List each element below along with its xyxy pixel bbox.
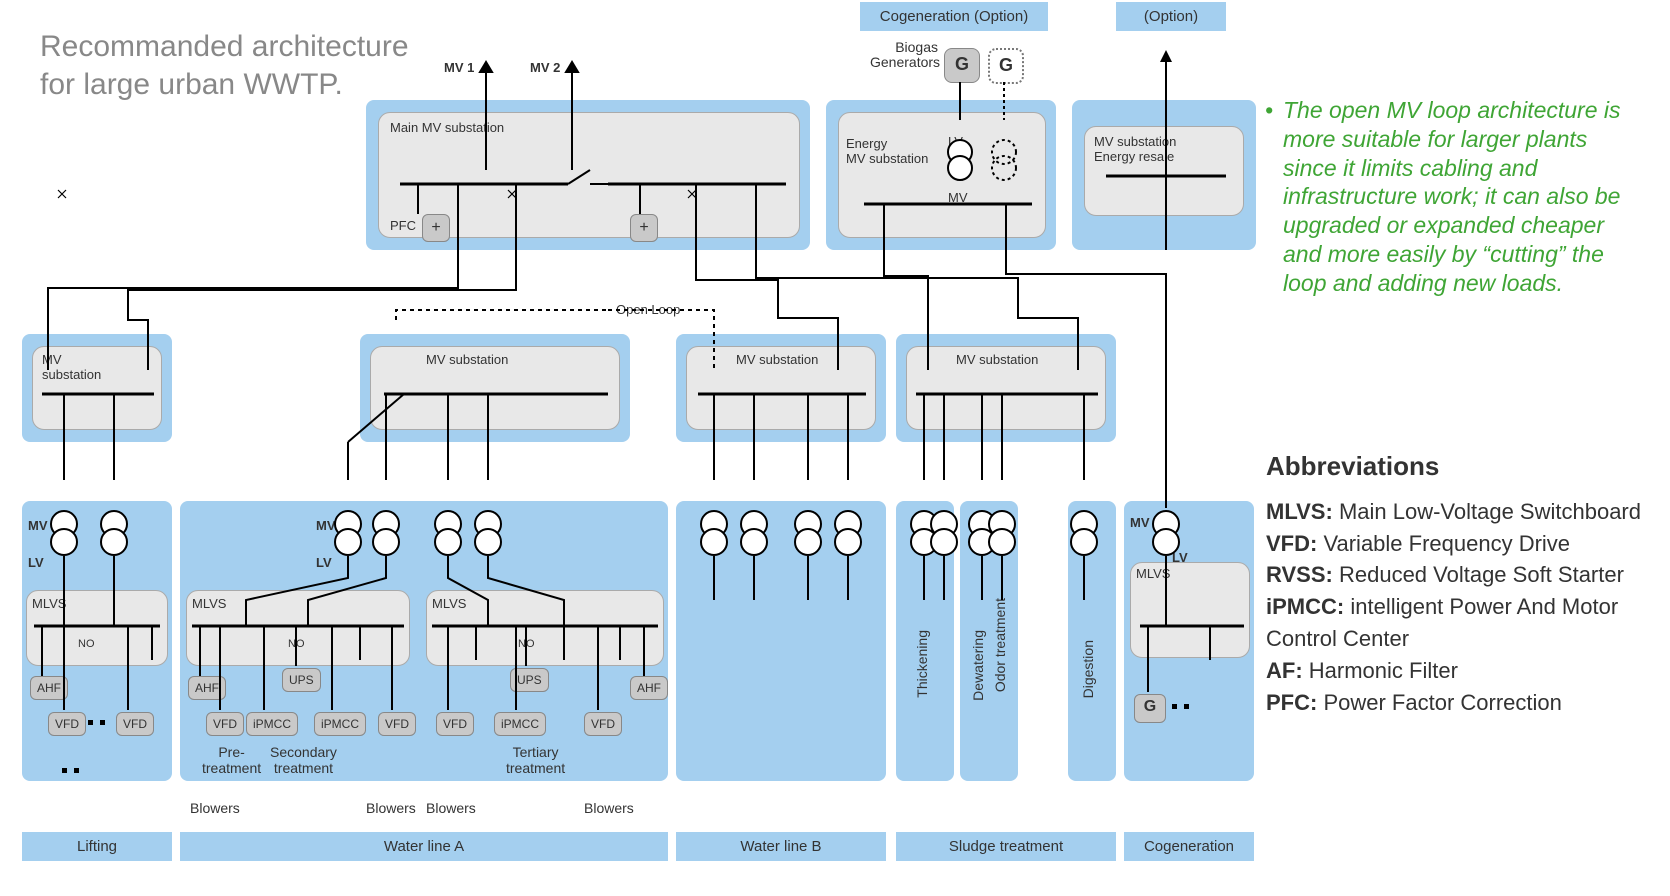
architecture-diagram: Cogeneration (Option) (Option) Biogas Ge…: [8, 0, 1266, 896]
wiring-overlay: [8, 0, 1266, 896]
green-callout: The open MV loop architecture is more su…: [1283, 96, 1645, 297]
abbr-vfd: VFD: Variable Frequency Drive: [1266, 528, 1656, 560]
abbr-heading: Abbreviations: [1266, 448, 1656, 486]
abbr-mlvs: MLVS: Main Low-Voltage Switchboard: [1266, 496, 1656, 528]
abbr-pfc: PFC: Power Factor Correction: [1266, 687, 1656, 719]
abbreviations: Abbreviations MLVS: Main Low-Voltage Swi…: [1266, 448, 1656, 719]
abbr-af: AF: Harmonic Filter: [1266, 655, 1656, 687]
abbr-rvss: RVSS: Reduced Voltage Soft Starter: [1266, 559, 1656, 591]
abbr-ipmcc: iPMCC: intelligent Power And Motor Contr…: [1266, 591, 1656, 655]
